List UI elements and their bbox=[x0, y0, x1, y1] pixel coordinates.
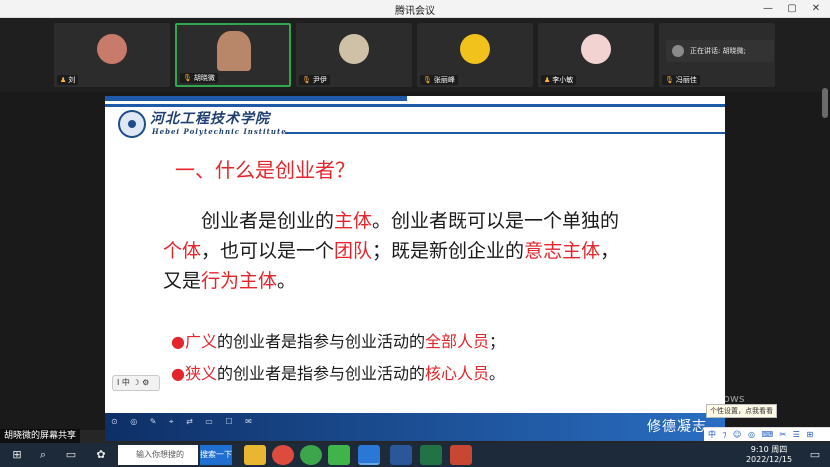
participant-tile-active[interactable]: 🎙 胡晓微 bbox=[175, 23, 291, 87]
screen-share-label: 胡晓微的屏幕共享 bbox=[0, 429, 81, 443]
notification-icon[interactable]: ▭ bbox=[804, 446, 826, 464]
bullet-text: 的创业者是指参与创业活动的 bbox=[216, 364, 425, 383]
close-button[interactable]: ✕ bbox=[808, 1, 824, 17]
slide-motto: 修德凝志 bbox=[647, 419, 707, 435]
mic-icon: 🎙 bbox=[665, 76, 674, 84]
slide-top-rule bbox=[105, 104, 725, 107]
browser-icon[interactable] bbox=[300, 445, 322, 465]
search-input[interactable]: 输入你想搜的 bbox=[118, 445, 198, 465]
clock-date: 2022/12/15 bbox=[745, 455, 793, 464]
participant-name-text: 尹伊 bbox=[312, 76, 327, 84]
system-clock[interactable]: 9:10 周四 2022/12/15 bbox=[740, 445, 798, 465]
avatar bbox=[97, 34, 127, 64]
para-text: ；既是新创企业的 bbox=[372, 240, 525, 262]
presentation-slide: 河北工程技术学院 Hebei Polytechnic Institute 一、什… bbox=[105, 96, 725, 441]
share-label-text: 胡晓微的屏幕共享 bbox=[4, 431, 77, 441]
para-text-highlight: 意志主体 bbox=[524, 240, 601, 262]
bullet-term: 狭义 bbox=[184, 364, 217, 383]
para-text: 创业者是创业的 bbox=[201, 210, 335, 232]
excel-icon[interactable] bbox=[420, 445, 442, 465]
participant-name: ♟ 刘 bbox=[57, 75, 79, 85]
windows-taskbar: ⊞ ⌕ ▭ ✿ 输入你想搜的 搜索一下 9:10 周四 2022/12/15 ▭ bbox=[0, 443, 830, 467]
participant-tile[interactable]: ♟ 李小敏 bbox=[538, 23, 654, 87]
para-text-highlight: 行为主体 bbox=[201, 270, 278, 292]
participant-name-text: 胡晓微 bbox=[193, 74, 215, 82]
word-icon[interactable] bbox=[390, 445, 412, 465]
mic-icon: 🎙 bbox=[302, 76, 311, 84]
ime-tooltip[interactable]: 个性设置，点我看看 bbox=[706, 404, 777, 418]
participant-tile[interactable]: 🎙 尹伊 bbox=[296, 23, 412, 87]
bullet-dot-icon: ● bbox=[171, 332, 185, 351]
mic-icon: 🎙 bbox=[183, 74, 192, 82]
para-text-highlight: 主体 bbox=[334, 210, 373, 232]
floating-ime-toolbar[interactable]: I 中 ☽ ⚙ bbox=[112, 375, 160, 391]
widgets-icon[interactable]: ✿ bbox=[90, 446, 112, 464]
avatar bbox=[339, 34, 369, 64]
ime-status-bar[interactable]: 中 ⁊ ☺ ◎ ⌨ ✂ ☰ ⊞ bbox=[704, 427, 830, 441]
bullet-text: 的创业者是指参与创业活动的 bbox=[216, 332, 425, 351]
participant-name: 🎙 冯丽佳 bbox=[662, 75, 700, 85]
school-logo bbox=[118, 110, 146, 138]
start-button[interactable]: ⊞ bbox=[6, 446, 28, 464]
bullet-end: 。 bbox=[489, 364, 506, 383]
tencent-meeting-icon[interactable] bbox=[358, 445, 380, 465]
participant-name: 🎙 张丽峰 bbox=[420, 75, 458, 85]
slide-heading: 一、什么是创业者？ bbox=[175, 158, 355, 182]
school-name-en: Hebei Polytechnic Institute bbox=[152, 127, 287, 136]
slide-top-bar bbox=[105, 96, 407, 101]
host-icon: ♟ bbox=[60, 76, 67, 84]
search-placeholder: 输入你想搜的 bbox=[136, 450, 184, 459]
school-name-cn: 河北工程技术学院 bbox=[150, 111, 270, 127]
participant-tile[interactable]: 🎙 张丽峰 bbox=[417, 23, 533, 87]
task-view-icon[interactable]: ▭ bbox=[60, 446, 82, 464]
title-bar: 腾讯会议 — ▢ ✕ bbox=[0, 0, 830, 18]
avatar bbox=[581, 34, 611, 64]
participant-strip: ♟ 刘 🎙 胡晓微 🎙 尹伊 🎙 张丽峰 ♟ 李小敏 🎙 冯丽佳 正在讲话: 胡晓微; bbox=[0, 18, 830, 92]
speaking-indicator: 正在讲话: 胡晓微; bbox=[666, 40, 774, 62]
search-icon[interactable]: ⌕ bbox=[32, 446, 54, 464]
bullet-dot-icon: ● bbox=[171, 364, 185, 383]
shared-screen: 河北工程技术学院 Hebei Polytechnic Institute 一、什… bbox=[0, 92, 830, 443]
bullet-key: 核心人员 bbox=[425, 364, 490, 383]
speaking-label: 正在讲话: 胡晓微; bbox=[690, 47, 746, 55]
participant-name-text: 刘 bbox=[68, 76, 76, 84]
participant-name: 🎙 尹伊 bbox=[299, 75, 330, 85]
bullet-end: ； bbox=[489, 332, 506, 351]
annotation-toolbar[interactable]: ⊙ ◎ ✎ ⌖ ⇄ ▭ ☐ ✉ bbox=[105, 413, 275, 431]
minimize-button[interactable]: — bbox=[760, 1, 776, 17]
window-title: 腾讯会议 bbox=[395, 6, 435, 17]
chrome-icon[interactable] bbox=[272, 445, 294, 465]
mic-icon: 🎙 bbox=[423, 76, 432, 84]
bullet-term: 广义 bbox=[184, 332, 217, 351]
participant-name: 🎙 胡晓微 bbox=[180, 73, 218, 83]
scrollbar[interactable] bbox=[822, 88, 828, 118]
maximize-button[interactable]: ▢ bbox=[784, 1, 800, 17]
para-text: 。 bbox=[277, 270, 297, 292]
participant-name-text: 张丽峰 bbox=[433, 76, 455, 84]
search-button[interactable]: 搜索一下 bbox=[200, 445, 232, 465]
avatar bbox=[672, 45, 684, 57]
para-text-highlight: 团队 bbox=[334, 240, 373, 262]
header-rule bbox=[285, 132, 725, 134]
participant-name: ♟ 李小敏 bbox=[541, 75, 577, 85]
bullet-broad: ●广义的创业者是指参与创业活动的全部人员； bbox=[171, 328, 505, 352]
para-text-highlight: 个体 bbox=[163, 240, 202, 262]
powerpoint-icon[interactable] bbox=[450, 445, 472, 465]
participant-tile[interactable]: ♟ 刘 bbox=[54, 23, 170, 87]
slide-paragraph: 创业者是创业的主体。创业者既可以是一个单独的个体，也可以是一个团队；既是新创企业… bbox=[163, 206, 623, 296]
participant-name-text: 李小敏 bbox=[552, 76, 574, 84]
para-text: 。创业者既可以是一个单独的 bbox=[372, 210, 620, 232]
para-text: ，也可以是一个 bbox=[201, 240, 335, 262]
participant-name-text: 冯丽佳 bbox=[675, 76, 697, 84]
clock-time: 9:10 周四 bbox=[750, 445, 788, 454]
file-explorer-icon[interactable] bbox=[244, 445, 266, 465]
wechat-icon[interactable] bbox=[328, 445, 350, 465]
bullet-key: 全部人员 bbox=[425, 332, 490, 351]
meeting-window: 腾讯会议 — ▢ ✕ ♟ 刘 🎙 胡晓微 🎙 尹伊 🎙 张丽峰 ♟ 李小敏 🎙 冯丽佳 bbox=[0, 0, 830, 467]
bullet-narrow: ●狭义的创业者是指参与创业活动的核心人员。 bbox=[171, 360, 505, 384]
avatar bbox=[460, 34, 490, 64]
avatar bbox=[217, 31, 251, 71]
host-icon: ♟ bbox=[544, 76, 551, 84]
